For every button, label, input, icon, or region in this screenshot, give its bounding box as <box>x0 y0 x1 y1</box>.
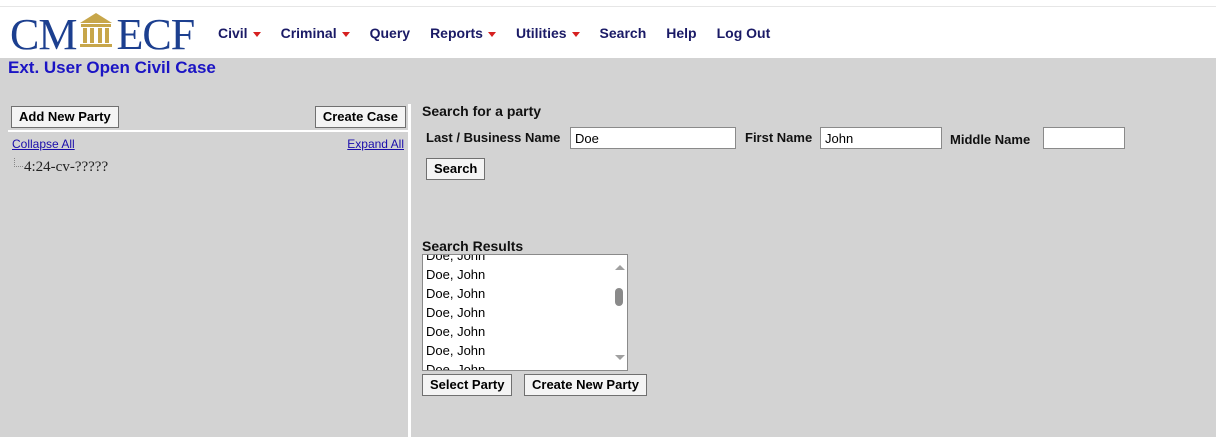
party-search-panel: Search for a party Last / Business Name … <box>420 100 1210 437</box>
main-content: Ext. User Open Civil Case Add New Party … <box>0 58 1216 437</box>
middle-name-label: Middle Name <box>950 132 1031 147</box>
search-button[interactable]: Search <box>426 158 486 180</box>
result-item[interactable]: Doe, John <box>423 284 613 303</box>
menu-item-query[interactable]: Query <box>370 25 410 41</box>
page-title: Ext. User Open Civil Case <box>8 58 216 77</box>
menu-item-label: Criminal <box>280 25 337 41</box>
results-scrollbar[interactable] <box>611 255 627 370</box>
scroll-up-icon[interactable] <box>615 265 625 270</box>
top-menu-bar: CM ECF Civil Criminal Query Reports Utilitie… <box>0 6 1216 60</box>
case-tree-node[interactable]: 4:24-cv-????? <box>14 158 108 176</box>
logo-text-left: CM <box>10 9 77 59</box>
case-tree-panel: Add New Party Create Case Collapse All E… <box>8 104 408 437</box>
menu-item-label: Search <box>599 25 647 41</box>
result-item[interactable]: Doe, John <box>423 255 613 265</box>
main-menu: Civil Criminal Query Reports Utilities Search… <box>218 25 790 41</box>
menu-item-label: Help <box>666 25 697 41</box>
search-section-title: Search for a party <box>422 103 542 119</box>
menu-item-criminal[interactable]: Criminal <box>281 25 350 41</box>
result-item[interactable]: Doe, John <box>423 303 613 322</box>
caret-down-icon <box>571 31 580 37</box>
tree-branch-icon <box>14 158 23 167</box>
result-item[interactable]: Doe, John <box>423 360 613 370</box>
case-number: 4:24-cv-????? <box>24 159 109 175</box>
menu-item-label: Utilities <box>515 25 567 41</box>
caret-down-icon <box>252 31 261 37</box>
result-item[interactable]: Doe, John <box>423 265 613 284</box>
cmecf-logo[interactable]: CM ECF <box>10 9 195 60</box>
middle-name-input[interactable] <box>1043 127 1125 149</box>
menu-item-civil[interactable]: Civil <box>218 25 261 41</box>
menu-item-label: Reports <box>430 25 483 41</box>
last-name-label: Last / Business Name <box>426 130 561 145</box>
case-tree-toolbar: Add New Party Create Case <box>8 104 408 132</box>
logo-text-right: ECF <box>116 9 195 59</box>
select-party-button[interactable]: Select Party <box>422 374 513 396</box>
search-results-title: Search Results <box>422 238 524 254</box>
caret-down-icon <box>341 31 350 37</box>
create-new-party-button[interactable]: Create New Party <box>524 374 647 396</box>
results-rows: Doe, John Doe, John Doe, John Doe, John Doe,… <box>423 255 613 370</box>
result-item[interactable]: Doe, John <box>423 322 613 341</box>
create-case-button[interactable]: Create Case <box>314 106 406 128</box>
scroll-down-icon[interactable] <box>615 355 625 360</box>
scroll-thumb[interactable] <box>615 288 623 306</box>
menu-item-help[interactable]: Help <box>666 25 696 41</box>
last-name-input[interactable] <box>570 127 736 149</box>
menu-item-label: Civil <box>218 25 248 41</box>
first-name-label: First Name <box>745 130 813 145</box>
first-name-input[interactable] <box>820 127 942 149</box>
menu-item-log-out[interactable]: Log Out <box>717 25 771 41</box>
caret-down-icon <box>487 31 496 37</box>
menu-item-search[interactable]: Search <box>600 25 647 41</box>
search-results-list[interactable]: Doe, John Doe, John Doe, John Doe, John Doe,… <box>422 254 628 371</box>
expand-all-link[interactable]: Expand All <box>347 137 404 151</box>
menu-item-reports[interactable]: Reports <box>430 25 496 41</box>
courthouse-icon <box>78 9 114 60</box>
result-item[interactable]: Doe, John <box>423 341 613 360</box>
menu-item-utilities[interactable]: Utilities <box>516 25 580 41</box>
menu-item-label: Log Out <box>716 25 771 41</box>
add-new-party-button[interactable]: Add New Party <box>11 106 119 128</box>
menu-item-label: Query <box>369 25 411 41</box>
panel-splitter[interactable] <box>408 104 411 437</box>
collapse-all-link[interactable]: Collapse All <box>12 137 75 151</box>
